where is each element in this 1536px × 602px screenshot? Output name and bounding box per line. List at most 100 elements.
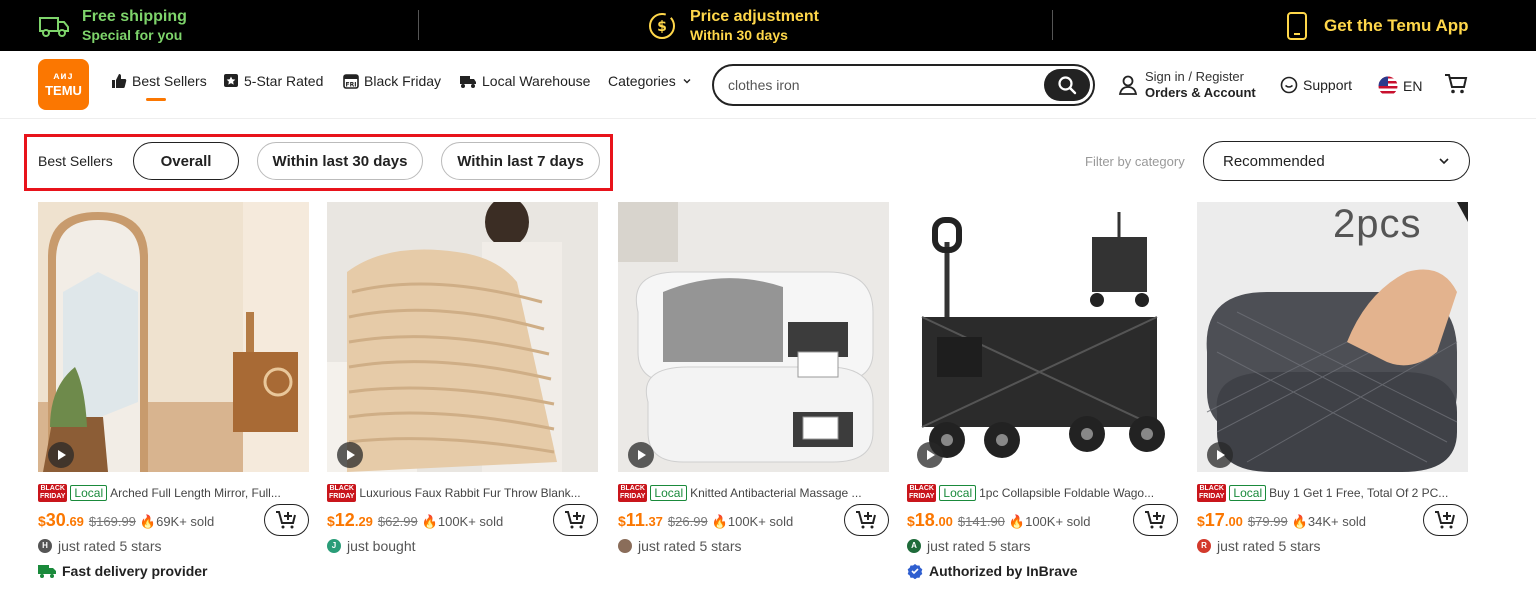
local-badge: Local <box>70 485 108 501</box>
play-video-icon[interactable] <box>628 442 654 468</box>
svg-text:$: $ <box>657 19 667 35</box>
add-to-cart-button[interactable] <box>1133 504 1178 536</box>
tab-last-30-days[interactable]: Within last 30 days <box>257 142 423 180</box>
product-image-mirror[interactable] <box>38 202 309 472</box>
sort-value: Recommended <box>1223 152 1325 170</box>
add-to-cart-button[interactable] <box>553 504 598 536</box>
truck-icon <box>39 16 69 37</box>
image-overlay-text: 2pcs <box>1333 202 1422 246</box>
add-to-cart-button[interactable] <box>844 504 889 536</box>
product-image-wagon[interactable] <box>907 202 1178 472</box>
product-title[interactable]: 1pc Collapsible Foldable Wago... <box>979 486 1154 500</box>
search-button[interactable] <box>1044 69 1090 101</box>
black-friday-badge: BLACK FRIDAY <box>38 484 68 502</box>
account-menu[interactable]: Sign in / Register Orders & Account <box>1118 69 1256 101</box>
user-icon <box>1118 75 1138 95</box>
play-video-icon[interactable] <box>917 442 943 468</box>
social-proof-text: just rated 5 stars <box>58 538 162 554</box>
sold-count: 100K+ sold <box>1025 514 1091 529</box>
avatar: R <box>1197 539 1211 553</box>
product-title[interactable]: Luxurious Faux Rabbit Fur Throw Blank... <box>359 486 580 500</box>
price-decimal: .00 <box>934 514 953 529</box>
language-selector[interactable]: EN <box>1378 76 1422 96</box>
price-decimal: .37 <box>644 514 663 529</box>
shopping-cart-icon[interactable] <box>1444 73 1468 95</box>
play-video-icon[interactable] <box>337 442 363 468</box>
product-title-row[interactable]: BLACK FRIDAY Local Knitted Antibacterial … <box>618 484 889 502</box>
price-currency: $ <box>907 513 915 529</box>
flame-icon: 🔥 <box>1008 514 1026 529</box>
avatar <box>618 539 632 553</box>
original-price: $26.99 <box>667 514 708 529</box>
sold-count: 34K+ sold <box>1307 514 1367 529</box>
play-video-icon[interactable] <box>1207 442 1233 468</box>
product-image-throw-blanket[interactable] <box>327 202 598 472</box>
price-row: $11.37 $26.99 🔥100K+ sold <box>618 510 793 532</box>
sale-price: $18.00 <box>907 510 953 531</box>
promo-bar: Free shipping Special for you $ Price ad… <box>0 0 1536 51</box>
product-title-row[interactable]: BLACK FRIDAY Luxurious Faux Rabbit Fur Th… <box>327 484 598 502</box>
language-label: EN <box>1403 78 1423 94</box>
search-input[interactable] <box>728 75 1028 95</box>
calendar-icon: FRI <box>343 74 359 89</box>
play-video-icon[interactable] <box>48 442 74 468</box>
nav-categories-dropdown[interactable]: Categories <box>608 73 693 89</box>
chat-support-icon <box>1280 76 1298 94</box>
price-currency: $ <box>1197 513 1205 529</box>
seller-tag: Fast delivery provider <box>38 563 208 579</box>
chevron-down-icon <box>1439 158 1449 165</box>
product-title[interactable]: Arched Full Length Mirror, Full... <box>110 486 281 500</box>
nav-active-indicator <box>146 98 166 101</box>
us-flag-icon <box>1378 76 1398 96</box>
tab-overall[interactable]: Overall <box>133 142 239 180</box>
get-app-promo[interactable]: Get the Temu App <box>1286 0 1469 51</box>
temu-logo[interactable]: ᴀᴎᴊ TEMU <box>38 59 89 110</box>
product-card[interactable]: BLACK FRIDAY Local 1pc Collapsible Foldab… <box>907 202 1178 597</box>
product-card[interactable]: BLACK FRIDAY Local Knitted Antibacterial … <box>618 202 889 597</box>
price-integer: 11 <box>625 510 645 530</box>
sale-price: $17.00 <box>1197 510 1243 531</box>
support-link[interactable]: Support <box>1280 76 1352 94</box>
flame-icon: 🔥 <box>139 514 157 529</box>
tab-last-7-days[interactable]: Within last 7 days <box>441 142 600 180</box>
product-title[interactable]: Buy 1 Get 1 Free, Total Of 2 PC... <box>1269 486 1448 500</box>
avatar: H <box>38 539 52 553</box>
verified-badge-icon <box>907 564 923 579</box>
social-proof-text: just rated 5 stars <box>1217 538 1321 554</box>
price-integer: 30 <box>45 510 66 530</box>
black-friday-badge: BLACK FRIDAY <box>618 484 648 502</box>
nav-local-warehouse[interactable]: Local Warehouse <box>459 73 590 89</box>
seller-tag: Authorized by InBrave <box>907 563 1078 579</box>
original-price: $79.99 <box>1247 514 1288 529</box>
product-card[interactable]: 2pcs BLACK FRIDAY Local Buy 1 Get 1 Free,… <box>1197 202 1468 597</box>
price-adjustment-promo[interactable]: $ Price adjustment Within 30 days <box>647 0 819 51</box>
price-adjustment-subtitle: Within 30 days <box>690 26 788 43</box>
product-card[interactable]: BLACK FRIDAY Local Arched Full Length Mir… <box>38 202 309 597</box>
price-decimal: .69 <box>65 514 84 529</box>
product-title-row[interactable]: BLACK FRIDAY Local Arched Full Length Mir… <box>38 484 309 502</box>
product-title-row[interactable]: BLACK FRIDAY Local 1pc Collapsible Foldab… <box>907 484 1178 502</box>
free-shipping-subtitle: Special for you <box>82 26 183 43</box>
nav-black-friday[interactable]: FRI Black Friday <box>343 73 441 89</box>
get-app-label: Get the Temu App <box>1324 16 1469 35</box>
nav-five-star-rated[interactable]: 5-Star Rated <box>223 73 323 89</box>
price-row: $30.69 $169.99 🔥69K+ sold <box>38 510 214 532</box>
add-to-cart-button[interactable] <box>264 504 309 536</box>
price-row: $18.00 $141.90 🔥100K+ sold <box>907 510 1091 532</box>
nav-best-sellers[interactable]: Best Sellers <box>111 73 207 89</box>
phone-icon <box>1287 11 1307 40</box>
promo-divider <box>1052 10 1053 40</box>
product-image-pillow[interactable] <box>618 202 889 472</box>
original-price: $169.99 <box>88 514 136 529</box>
sort-select[interactable]: Recommended <box>1203 141 1470 181</box>
original-price: $141.90 <box>957 514 1005 529</box>
product-title-row[interactable]: BLACK FRIDAY Local Buy 1 Get 1 Free, Tota… <box>1197 484 1468 502</box>
add-to-cart-button[interactable] <box>1423 504 1468 536</box>
product-card[interactable]: BLACK FRIDAY Luxurious Faux Rabbit Fur Th… <box>327 202 598 597</box>
nav-local-warehouse-label: Local Warehouse <box>482 73 591 89</box>
product-title[interactable]: Knitted Antibacterial Massage ... <box>690 486 861 500</box>
price-adjustment-title: Price adjustment <box>690 7 819 25</box>
social-proof: A just rated 5 stars <box>907 538 1031 554</box>
free-shipping-promo[interactable]: Free shipping Special for you <box>38 0 187 51</box>
black-friday-badge: BLACK FRIDAY <box>1197 484 1227 502</box>
